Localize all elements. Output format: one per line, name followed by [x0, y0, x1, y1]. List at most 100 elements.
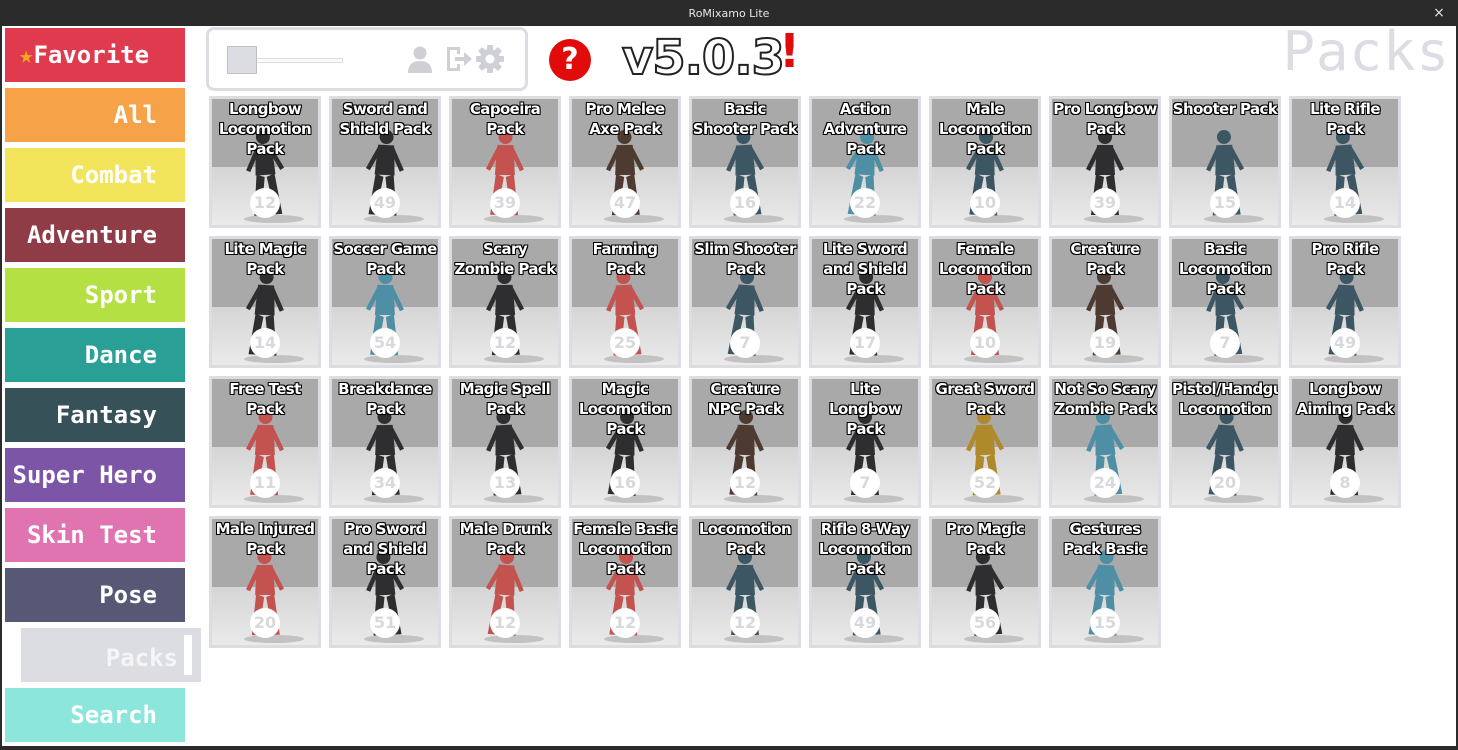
pack-card[interactable]: Soccer Game Pack 54: [329, 236, 441, 368]
pack-card[interactable]: Pro Magic Pack 56: [929, 516, 1041, 648]
pack-card[interactable]: Magic Spell Pack 13: [449, 376, 561, 508]
pack-title: Scary Zombie Pack: [454, 240, 556, 278]
pack-card[interactable]: Breakdance Pack 34: [329, 376, 441, 508]
pack-card[interactable]: Gestures Pack Basic 15: [1049, 516, 1161, 648]
star-icon: ★: [19, 41, 34, 69]
pack-card[interactable]: Lite Rifle Pack 14: [1289, 96, 1401, 228]
pack-card[interactable]: Farming Pack 25: [569, 236, 681, 368]
pack-card[interactable]: Pistol/Handgun Locomotion 20: [1169, 376, 1281, 508]
animation-count-badge: 34: [370, 468, 400, 498]
pack-card[interactable]: Pro Longbow Pack 39: [1049, 96, 1161, 228]
pack-title: Basic Shooter Pack: [692, 100, 798, 138]
animation-count-badge: 19: [1090, 328, 1120, 358]
pack-card[interactable]: Great Sword Pack 52: [929, 376, 1041, 508]
category-packs[interactable]: Packs: [21, 628, 201, 682]
pack-title: Lite Rifle Pack: [1310, 100, 1380, 138]
animation-count-badge: 12: [730, 468, 760, 498]
pack-card[interactable]: Longbow Locomotion Pack 12: [209, 96, 321, 228]
window-frame-left: [0, 26, 2, 750]
pack-card[interactable]: Creature Pack 19: [1049, 236, 1161, 368]
pack-card[interactable]: Lite Sword and Shield Pack 17: [809, 236, 921, 368]
pack-card[interactable]: Slim Shooter Pack 7: [689, 236, 801, 368]
animation-count-badge: 52: [970, 468, 1000, 498]
animation-count-badge: 12: [490, 608, 520, 638]
animation-count-badge: 51: [370, 608, 400, 638]
size-slider-track[interactable]: [253, 58, 343, 63]
pack-card[interactable]: Male Drunk Pack 12: [449, 516, 561, 648]
category-favorite[interactable]: ★Favorite: [5, 28, 185, 82]
pack-card[interactable]: Shooter Pack 15: [1169, 96, 1281, 228]
category-super-hero[interactable]: Super Hero: [5, 448, 185, 502]
pack-card[interactable]: Rifle 8-Way Locomotion Pack 49: [809, 516, 921, 648]
pack-title: Shooter Pack: [1172, 100, 1278, 118]
pack-title: Great Sword Pack: [935, 380, 1036, 418]
category-fantasy[interactable]: Fantasy: [5, 388, 185, 442]
animation-count-badge: 56: [970, 608, 1000, 638]
animation-count-badge: 49: [370, 188, 400, 218]
category-sport[interactable]: Sport: [5, 268, 185, 322]
pack-card[interactable]: Female Locomotion Pack 10: [929, 236, 1041, 368]
pack-card[interactable]: Free Test Pack 11: [209, 376, 321, 508]
pack-card[interactable]: Scary Zombie Pack 12: [449, 236, 561, 368]
pack-title: Female Locomotion Pack: [938, 240, 1032, 298]
pack-title: Farming Pack: [592, 240, 658, 278]
category-label: Dance: [84, 341, 157, 369]
category-dance[interactable]: Dance: [5, 328, 185, 382]
pack-card[interactable]: Lite Magic Pack 14: [209, 236, 321, 368]
pack-card[interactable]: Basic Shooter Pack 16: [689, 96, 801, 228]
pack-card[interactable]: Lite Longbow Pack 7: [809, 376, 921, 508]
animation-count-badge: 16: [730, 188, 760, 218]
pack-card[interactable]: Basic Locomotion Pack 7: [1169, 236, 1281, 368]
pack-card[interactable]: Sword and Shield Pack 49: [329, 96, 441, 228]
pack-card[interactable]: Female Basic Locomotion Pack 12: [569, 516, 681, 648]
category-all[interactable]: All: [5, 88, 185, 142]
size-slider-handle[interactable]: [227, 46, 257, 74]
pack-card[interactable]: Pro Rifle Pack 49: [1289, 236, 1401, 368]
category-label: Packs: [105, 644, 178, 672]
animation-count-badge: 22: [850, 188, 880, 218]
category-pose[interactable]: Pose: [5, 568, 185, 622]
pack-title: Capoeira Pack: [469, 100, 541, 138]
category-label: Combat: [70, 161, 157, 189]
pack-card[interactable]: Male Locomotion Pack 10: [929, 96, 1041, 228]
pack-title: Action Adventure Pack: [823, 100, 908, 158]
pack-title: Rifle 8-Way Locomotion Pack: [818, 520, 912, 578]
pack-title: Pro Longbow Pack: [1053, 100, 1157, 138]
user-icon[interactable]: [405, 44, 435, 74]
animation-count-badge: 12: [730, 608, 760, 638]
pack-card[interactable]: Capoeira Pack 39: [449, 96, 561, 228]
pack-title: Male Drunk Pack: [459, 520, 551, 558]
pack-title: Magic Locomotion Pack: [578, 380, 672, 438]
animation-count-badge: 49: [1330, 328, 1360, 358]
pack-card[interactable]: Male Injured Pack 20: [209, 516, 321, 648]
category-combat[interactable]: Combat: [5, 148, 185, 202]
animation-count-badge: 49: [850, 608, 880, 638]
pack-card[interactable]: Locomotion Pack 12: [689, 516, 801, 648]
help-button[interactable]: ?: [549, 39, 591, 81]
category-search[interactable]: Search: [5, 688, 185, 742]
pack-card[interactable]: Longbow Aiming Pack 8: [1289, 376, 1401, 508]
gear-icon[interactable]: [475, 44, 505, 74]
category-label: Pose: [99, 581, 157, 609]
pack-title: Basic Locomotion Pack: [1178, 240, 1272, 298]
pack-card[interactable]: Pro Sword and Shield Pack 51: [329, 516, 441, 648]
category-label: Skin Test: [26, 521, 157, 549]
pack-title: Longbow Aiming Pack: [1296, 380, 1394, 418]
category-adventure[interactable]: Adventure: [5, 208, 185, 262]
category-skin-test[interactable]: Skin Test: [5, 508, 185, 562]
pack-card[interactable]: Action Adventure Pack 22: [809, 96, 921, 228]
pack-card[interactable]: Pro Melee Axe Pack 47: [569, 96, 681, 228]
window-frame-bottom: [0, 746, 1458, 750]
pack-card[interactable]: Magic Locomotion Pack 16: [569, 376, 681, 508]
pack-card[interactable]: Creature NPC Pack 12: [689, 376, 801, 508]
pack-title: Not So Scary Zombie Pack: [1054, 380, 1156, 418]
animation-count-badge: 24: [1090, 468, 1120, 498]
animation-count-badge: 12: [490, 328, 520, 358]
pack-card[interactable]: Not So Scary Zombie Pack 24: [1049, 376, 1161, 508]
animation-count-badge: 39: [1090, 188, 1120, 218]
logout-icon[interactable]: [443, 44, 473, 74]
update-alert-icon[interactable]: !: [779, 24, 800, 78]
pack-title: Slim Shooter Pack: [694, 240, 796, 278]
pack-title: Magic Spell Pack: [459, 380, 551, 418]
animation-count-badge: 10: [970, 328, 1000, 358]
